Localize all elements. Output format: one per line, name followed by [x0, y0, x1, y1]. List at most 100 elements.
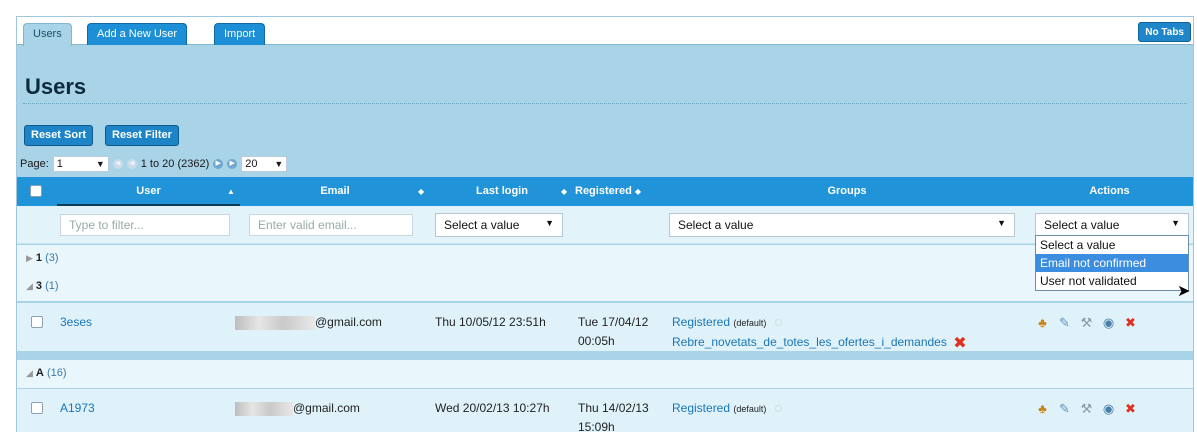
tab-users[interactable]: Users: [23, 23, 72, 46]
dropdown-option[interactable]: Email not confirmed: [1036, 254, 1188, 272]
tools-icon[interactable]: ⚒: [1079, 401, 1094, 416]
no-tabs-button[interactable]: No Tabs: [1138, 22, 1191, 42]
title-divider: [23, 103, 1187, 104]
radio-icon[interactable]: [774, 405, 782, 413]
collapse-icon[interactable]: ◢: [26, 368, 33, 378]
page-size-value: 20: [245, 158, 258, 170]
column-registered-label: Registered: [575, 185, 632, 197]
user-link[interactable]: 3eses: [60, 315, 92, 329]
sort-icon[interactable]: ◆: [561, 177, 567, 206]
column-user[interactable]: User: [57, 177, 240, 206]
lifebuoy-icon[interactable]: ◉: [1101, 315, 1116, 330]
edit-icon[interactable]: ✎: [1057, 315, 1072, 330]
users-panel: Users Add a New User Import No Tabs User…: [16, 16, 1194, 432]
column-email-label: Email: [320, 185, 350, 197]
filter-row: Type to filter... Enter valid email... S…: [17, 206, 1193, 244]
dropdown-option[interactable]: User not validated: [1036, 272, 1188, 290]
default-tag: (default): [733, 404, 767, 414]
registered-time: 15:09h: [578, 420, 615, 432]
last-login-filter-value: Select a value: [444, 218, 520, 232]
group-entry: Registered (default): [672, 401, 782, 415]
column-groups-label: Groups: [827, 185, 867, 197]
row-checkbox[interactable]: [31, 316, 43, 328]
registered-date: Thu 14/02/13: [578, 401, 649, 415]
first-page-icon[interactable]: ◀: [112, 159, 123, 169]
page-select[interactable]: 1 ▼: [52, 156, 109, 172]
email-filter-input[interactable]: Enter valid email...: [249, 214, 413, 236]
column-last-login-label: Last login: [476, 185, 528, 197]
column-groups: Groups: [677, 177, 1017, 206]
chevron-down-icon: ▼: [997, 218, 1006, 228]
chevron-down-icon: ▼: [545, 218, 554, 228]
group-entry: Registered (default): [672, 315, 782, 329]
table-row: A1973 @gmail.com Wed 20/02/13 10:27h Thu…: [17, 389, 1193, 432]
pager-range: 1 to 20 (2362): [140, 158, 210, 170]
tab-add-new-user[interactable]: Add a New User: [87, 23, 188, 45]
registered-time: 00:05h: [578, 334, 615, 348]
default-tag: (default): [733, 318, 767, 328]
row-actions: ♣ ✎ ⚒ ◉ ✖: [1035, 401, 1138, 416]
user-link[interactable]: A1973: [60, 401, 95, 415]
last-login-filter-select[interactable]: Select a value ▼: [435, 213, 563, 237]
grid-header: User ▲ Email ◆ Last login ◆ Registered ◆…: [17, 177, 1193, 206]
chevron-down-icon: ▼: [1171, 218, 1180, 228]
column-last-login[interactable]: Last login: [457, 177, 547, 206]
group-label: ◢ 3 (1): [26, 280, 59, 292]
user-filter-input[interactable]: Type to filter...: [60, 214, 230, 236]
lifebuoy-icon[interactable]: ◉: [1101, 401, 1116, 416]
group-row[interactable]: ◢ 3 (1): [17, 273, 1193, 301]
collapse-icon[interactable]: ◢: [26, 281, 33, 291]
page-size-select[interactable]: 20 ▼: [241, 156, 288, 172]
last-page-icon[interactable]: ▶: [227, 159, 238, 169]
group-label: ◢ A (16): [26, 367, 67, 379]
table-row: 3eses @gmail.com Thu 10/05/12 23:51h Tue…: [17, 303, 1193, 353]
delete-icon[interactable]: ✖: [1123, 401, 1138, 416]
group-link[interactable]: Rebre_novetats_de_totes_les_ofertes_i_de…: [672, 335, 947, 349]
mouse-cursor-icon: ➤: [1177, 283, 1191, 300]
sort-asc-icon[interactable]: ▲: [227, 177, 235, 206]
group-link[interactable]: Registered: [672, 401, 730, 415]
registered-date: Tue 17/04/12: [578, 315, 649, 329]
group-row[interactable]: ▶ 1 (3): [17, 245, 1193, 273]
tab-bar: Users Add a New User Import No Tabs: [17, 17, 1193, 46]
dropdown-option[interactable]: Select a value: [1036, 236, 1188, 254]
remove-group-icon[interactable]: ✖: [953, 335, 966, 352]
groups-filter-select[interactable]: Select a value ▼: [669, 213, 1015, 237]
tools-icon[interactable]: ⚒: [1079, 315, 1094, 330]
actions-filter-dropdown: Select a value Email not confirmed User …: [1035, 235, 1189, 291]
next-page-icon[interactable]: ▶: [213, 159, 224, 169]
expand-icon[interactable]: ▶: [26, 253, 33, 263]
chevron-down-icon: ▼: [95, 159, 105, 169]
tab-import[interactable]: Import: [214, 23, 266, 45]
row-actions: ♣ ✎ ⚒ ◉ ✖: [1035, 315, 1138, 330]
reset-sort-button[interactable]: Reset Sort: [24, 125, 94, 146]
redacted-email: [235, 315, 315, 330]
email-cell: @gmail.com: [235, 401, 360, 416]
group-entry: Rebre_novetats_de_totes_les_ofertes_i_de…: [672, 333, 967, 353]
users-icon[interactable]: ♣: [1035, 315, 1050, 330]
group-row[interactable]: ◢ A (16): [17, 360, 1193, 388]
groups-filter-value: Select a value: [678, 218, 754, 232]
column-registered[interactable]: Registered ◆: [575, 177, 665, 206]
group-label: ▶ 1 (3): [26, 252, 59, 264]
group-link[interactable]: Registered: [672, 315, 730, 329]
reset-filter-button[interactable]: Reset Filter: [105, 125, 179, 146]
column-user-label: User: [136, 185, 161, 197]
delete-icon[interactable]: ✖: [1123, 315, 1138, 330]
pager: Page: 1 ▼ ◀ ◀ 1 to 20 (2362) ▶ ▶ 20 ▼: [20, 155, 288, 173]
pager-label: Page:: [20, 158, 49, 170]
users-icon[interactable]: ♣: [1035, 401, 1050, 416]
row-checkbox[interactable]: [31, 402, 43, 414]
column-actions-label: Actions: [1089, 185, 1130, 197]
prev-page-icon[interactable]: ◀: [126, 159, 137, 169]
last-login-cell: Wed 20/02/13 10:27h: [435, 401, 550, 415]
sort-icon[interactable]: ◆: [418, 177, 424, 206]
redacted-email: [235, 401, 293, 416]
column-actions: Actions: [1027, 177, 1192, 206]
edit-icon[interactable]: ✎: [1057, 401, 1072, 416]
page-title: Users: [25, 74, 87, 99]
column-email[interactable]: Email: [245, 177, 425, 206]
select-all-checkbox[interactable]: [30, 185, 42, 197]
radio-icon[interactable]: [774, 319, 782, 327]
actions-filter-select[interactable]: Select a value ▼: [1035, 213, 1189, 237]
